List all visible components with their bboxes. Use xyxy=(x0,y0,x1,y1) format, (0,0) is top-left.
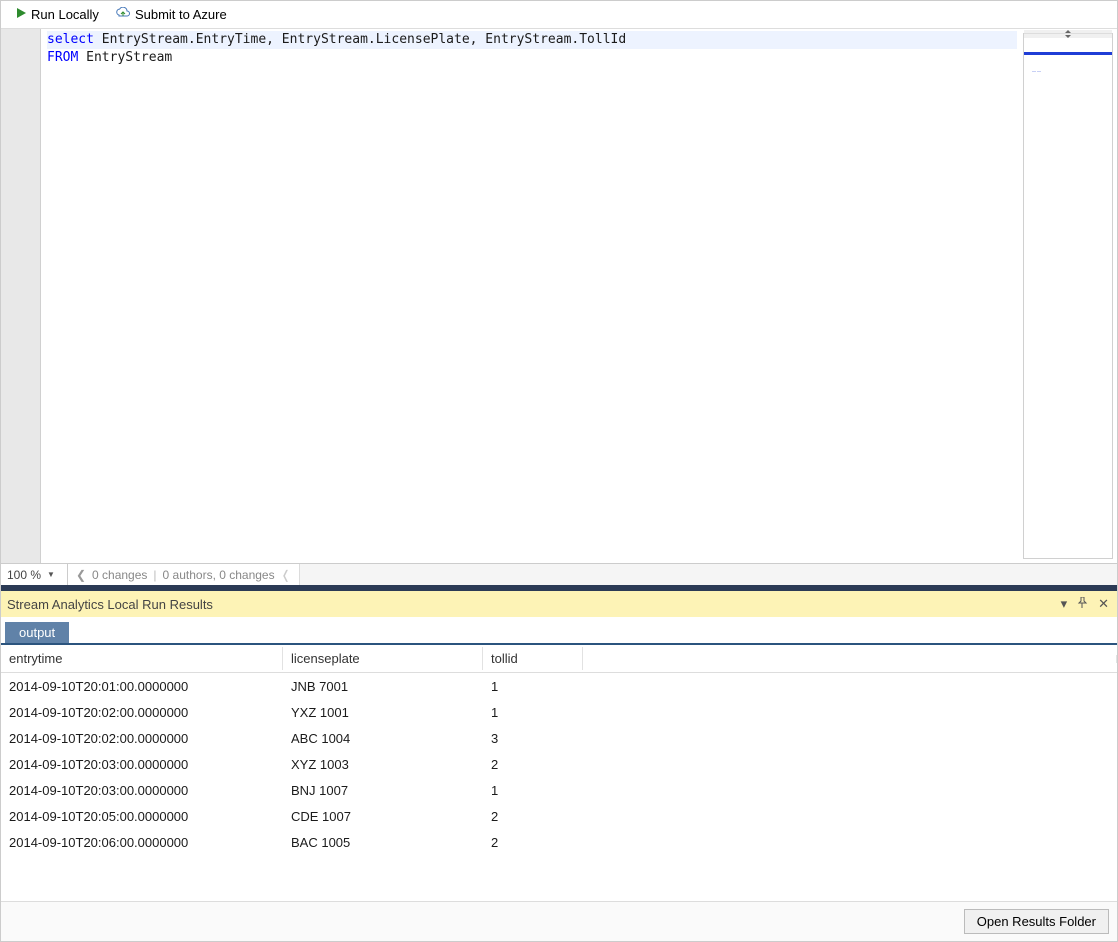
minimap-preview: —— xyxy=(1032,68,1042,73)
cell-licenseplate: XYZ 1003 xyxy=(283,754,483,775)
grid-body[interactable]: 2014-09-10T20:01:00.0000000JNB 700112014… xyxy=(1,673,1117,901)
table-row[interactable]: 2014-09-10T20:05:00.0000000CDE 10072 xyxy=(1,803,1117,829)
open-results-folder-button[interactable]: Open Results Folder xyxy=(964,909,1109,934)
cell-entrytime: 2014-09-10T20:03:00.0000000 xyxy=(1,754,283,775)
cell-licenseplate: BNJ 1007 xyxy=(283,780,483,801)
minimap-viewport[interactable] xyxy=(1024,52,1112,56)
table-row[interactable]: 2014-09-10T20:03:00.0000000XYZ 10032 xyxy=(1,751,1117,777)
col-header-tollid[interactable]: tollid xyxy=(483,647,583,670)
cell-tollid: 1 xyxy=(483,702,583,723)
keyword-from: FROM xyxy=(47,50,78,65)
cell-licenseplate: ABC 1004 xyxy=(283,728,483,749)
col-header-spacer xyxy=(583,655,1117,663)
col-header-licenseplate[interactable]: licenseplate xyxy=(283,647,483,670)
cell-licenseplate: CDE 1007 xyxy=(283,806,483,827)
cell-spacer xyxy=(583,813,1117,819)
run-locally-label: Run Locally xyxy=(31,7,99,22)
pin-icon[interactable] xyxy=(1075,596,1090,612)
table-row[interactable]: 2014-09-10T20:06:00.0000000BAC 10052 xyxy=(1,829,1117,855)
run-locally-button[interactable]: Run Locally xyxy=(9,5,105,24)
chevron-right-icon: ❬ xyxy=(281,568,291,582)
cell-licenseplate: YXZ 1001 xyxy=(283,702,483,723)
code-text: EntryStream.EntryTime, EntryStream.Licen… xyxy=(94,32,626,47)
cell-entrytime: 2014-09-10T20:05:00.0000000 xyxy=(1,806,283,827)
cell-licenseplate: BAC 1005 xyxy=(283,832,483,853)
results-grid: entrytime licenseplate tollid 2014-09-10… xyxy=(1,645,1117,901)
cell-entrytime: 2014-09-10T20:02:00.0000000 xyxy=(1,728,283,749)
table-row[interactable]: 2014-09-10T20:03:00.0000000BNJ 10071 xyxy=(1,777,1117,803)
col-header-entrytime[interactable]: entrytime xyxy=(1,647,283,670)
table-row[interactable]: 2014-09-10T20:02:00.0000000ABC 10043 xyxy=(1,725,1117,751)
play-icon xyxy=(15,7,27,22)
cell-entrytime: 2014-09-10T20:03:00.0000000 xyxy=(1,780,283,801)
zoom-dropdown[interactable]: 100 % ▼ xyxy=(1,564,68,585)
cell-spacer xyxy=(583,709,1117,715)
changes-indicator[interactable]: ❮ 0 changes | 0 authors, 0 changes ❬ xyxy=(68,564,300,585)
separator: | xyxy=(153,568,156,582)
code-text: EntryStream xyxy=(78,50,172,65)
app-root: Run Locally Submit to Azure select Entry… xyxy=(0,0,1118,942)
toolbar: Run Locally Submit to Azure xyxy=(1,1,1117,29)
keyword-select: select xyxy=(47,32,94,47)
table-row[interactable]: 2014-09-10T20:01:00.0000000JNB 70011 xyxy=(1,673,1117,699)
code-editor[interactable]: select EntryStream.EntryTime, EntryStrea… xyxy=(1,29,1117,563)
cell-entrytime: 2014-09-10T20:06:00.0000000 xyxy=(1,832,283,853)
chevron-down-icon: ▼ xyxy=(47,570,61,579)
cell-spacer xyxy=(583,839,1117,845)
close-icon[interactable]: ✕ xyxy=(1096,596,1111,612)
authors-count: 0 authors, 0 changes xyxy=(163,568,275,582)
cell-spacer xyxy=(583,787,1117,793)
dropdown-icon[interactable]: ▾ xyxy=(1059,596,1070,612)
cell-tollid: 2 xyxy=(483,832,583,853)
cell-licenseplate: JNB 7001 xyxy=(283,676,483,697)
cell-tollid: 3 xyxy=(483,728,583,749)
submit-azure-button[interactable]: Submit to Azure xyxy=(109,5,233,24)
submit-azure-label: Submit to Azure xyxy=(135,7,227,22)
cell-tollid: 2 xyxy=(483,806,583,827)
zoom-value: 100 % xyxy=(7,568,47,582)
editor-statusbar: 100 % ▼ ❮ 0 changes | 0 authors, 0 chang… xyxy=(1,563,1117,585)
table-row[interactable]: 2014-09-10T20:02:00.0000000YXZ 10011 xyxy=(1,699,1117,725)
cell-entrytime: 2014-09-10T20:01:00.0000000 xyxy=(1,676,283,697)
cloud-upload-icon xyxy=(115,7,131,22)
cell-tollid: 1 xyxy=(483,676,583,697)
changes-count: 0 changes xyxy=(92,568,147,582)
results-panel-title: Stream Analytics Local Run Results xyxy=(7,597,213,612)
cell-spacer xyxy=(583,683,1117,689)
chevron-left-icon: ❮ xyxy=(76,568,86,582)
cell-entrytime: 2014-09-10T20:02:00.0000000 xyxy=(1,702,283,723)
results-tabstrip: output xyxy=(1,617,1117,645)
editor-gutter xyxy=(1,29,41,563)
cell-spacer xyxy=(583,761,1117,767)
cell-tollid: 2 xyxy=(483,754,583,775)
code-area[interactable]: select EntryStream.EntryTime, EntryStrea… xyxy=(41,29,1023,563)
grid-header-row: entrytime licenseplate tollid xyxy=(1,645,1117,673)
cell-tollid: 1 xyxy=(483,780,583,801)
split-handle-icon[interactable] xyxy=(1024,30,1112,38)
minimap[interactable]: —— xyxy=(1023,33,1113,559)
results-panel-header: Stream Analytics Local Run Results ▾ ✕ xyxy=(1,591,1117,617)
tab-output[interactable]: output xyxy=(5,622,69,643)
cell-spacer xyxy=(583,735,1117,741)
results-footer: Open Results Folder xyxy=(1,901,1117,941)
